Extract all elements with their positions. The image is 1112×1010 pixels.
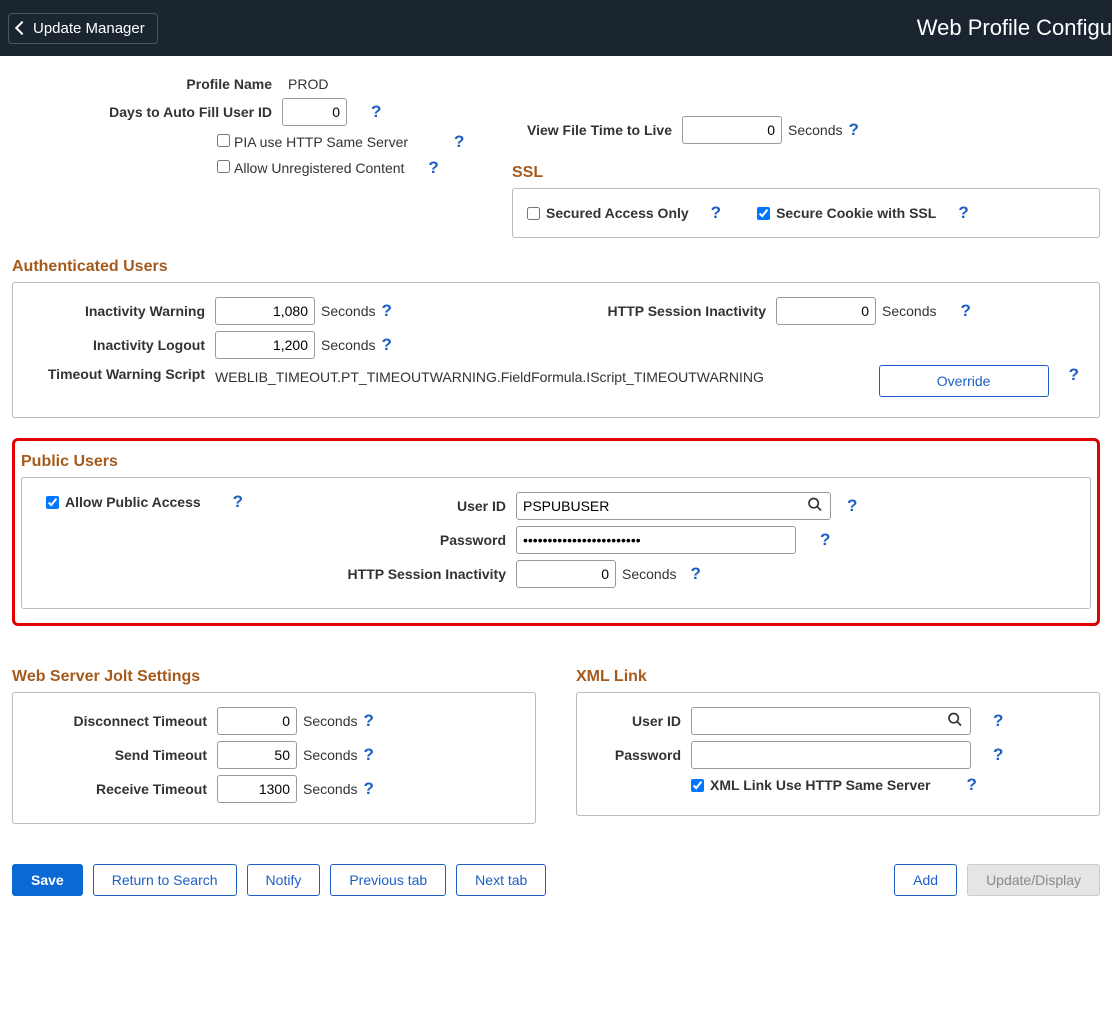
xml-title: XML Link: [576, 668, 1100, 686]
days-autofill-label: Days to Auto Fill User ID: [12, 104, 282, 120]
help-icon[interactable]: ?: [954, 301, 976, 321]
xml-http-same-label: XML Link Use HTTP Same Server: [710, 777, 930, 793]
chevron-left-icon: [15, 21, 29, 35]
seconds-unit: Seconds: [616, 566, 676, 582]
public-password-label: Password: [326, 532, 516, 548]
ssl-title: SSL: [512, 164, 1100, 182]
help-icon[interactable]: ?: [842, 120, 864, 140]
help-icon[interactable]: ?: [814, 530, 836, 550]
help-icon[interactable]: ?: [357, 745, 379, 765]
seconds-unit: Seconds: [297, 781, 357, 797]
xml-userid-label: User ID: [591, 713, 691, 729]
send-label: Send Timeout: [27, 747, 217, 763]
http-sess-input[interactable]: [776, 297, 876, 325]
ssl-box: Secured Access Only ? Secure Cookie with…: [512, 188, 1100, 238]
back-label: Update Manager: [33, 20, 145, 37]
days-autofill-input[interactable]: [282, 98, 347, 126]
help-icon[interactable]: ?: [684, 564, 706, 584]
seconds-unit: Seconds: [876, 303, 936, 319]
help-icon[interactable]: ?: [987, 711, 1009, 731]
public-userid-label: User ID: [326, 498, 516, 514]
allow-public-label: Allow Public Access: [65, 494, 201, 510]
xml-password-input[interactable]: [691, 741, 971, 769]
disconnect-input[interactable]: [217, 707, 297, 735]
auth-box: Inactivity Warning Seconds ? Inactivity …: [12, 282, 1100, 418]
help-icon[interactable]: ?: [448, 132, 470, 152]
help-icon[interactable]: ?: [375, 301, 397, 321]
search-icon[interactable]: [807, 497, 823, 516]
inact-warn-input[interactable]: [215, 297, 315, 325]
secured-access-checkbox[interactable]: [527, 207, 540, 220]
secure-cookie-label: Secure Cookie with SSL: [776, 205, 936, 221]
help-icon[interactable]: ?: [357, 779, 379, 799]
pia-http-checkbox[interactable]: [217, 134, 230, 147]
auth-title: Authenticated Users: [12, 258, 1100, 276]
disconnect-label: Disconnect Timeout: [27, 713, 217, 729]
profile-name-value: PROD: [282, 76, 328, 92]
search-icon[interactable]: [947, 712, 963, 731]
help-icon[interactable]: ?: [960, 775, 982, 795]
public-users-highlight: Public Users Allow Public Access ? User …: [12, 438, 1100, 626]
notify-button[interactable]: Notify: [247, 864, 321, 896]
inact-logout-input[interactable]: [215, 331, 315, 359]
public-http-sess-input[interactable]: [516, 560, 616, 588]
back-button[interactable]: Update Manager: [8, 13, 158, 44]
jolt-title: Web Server Jolt Settings: [12, 668, 536, 686]
xml-password-label: Password: [591, 747, 691, 763]
receive-label: Receive Timeout: [27, 781, 217, 797]
seconds-unit: Seconds: [297, 747, 357, 763]
update-display-button[interactable]: Update/Display: [967, 864, 1100, 896]
pia-http-label: PIA use HTTP Same Server: [230, 134, 408, 150]
send-input[interactable]: [217, 741, 297, 769]
profile-name-label: Profile Name: [12, 76, 282, 92]
http-sess-label: HTTP Session Inactivity: [576, 303, 776, 319]
next-tab-button[interactable]: Next tab: [456, 864, 546, 896]
seconds-unit: Seconds: [297, 713, 357, 729]
help-icon[interactable]: ?: [1063, 365, 1085, 385]
help-icon[interactable]: ?: [375, 335, 397, 355]
save-button[interactable]: Save: [12, 864, 83, 896]
public-title: Public Users: [21, 453, 1091, 471]
page-title: Web Profile Configu: [917, 15, 1112, 41]
seconds-unit: Seconds: [315, 303, 375, 319]
view-file-ttl-input[interactable]: [682, 116, 782, 144]
xml-http-same-checkbox[interactable]: [691, 779, 704, 792]
inact-warn-label: Inactivity Warning: [27, 303, 215, 319]
help-icon[interactable]: ?: [227, 492, 249, 512]
public-http-sess-label: HTTP Session Inactivity: [326, 566, 516, 582]
help-icon[interactable]: ?: [357, 711, 379, 731]
override-button[interactable]: Override: [879, 365, 1049, 397]
footer-bar: Save Return to Search Notify Previous ta…: [12, 864, 1100, 906]
receive-input[interactable]: [217, 775, 297, 803]
help-icon[interactable]: ?: [705, 203, 727, 223]
public-password-input[interactable]: [516, 526, 796, 554]
allow-public-checkbox[interactable]: [46, 496, 59, 509]
timeout-script-label: Timeout Warning Script: [27, 365, 215, 383]
add-button[interactable]: Add: [894, 864, 957, 896]
help-icon[interactable]: ?: [422, 158, 444, 178]
inact-logout-label: Inactivity Logout: [27, 337, 215, 353]
xml-box: User ID ? Password ?: [576, 692, 1100, 816]
help-icon[interactable]: ?: [952, 203, 974, 223]
jolt-box: Disconnect Timeout Seconds ? Send Timeou…: [12, 692, 536, 824]
seconds-unit: Seconds: [315, 337, 375, 353]
help-icon[interactable]: ?: [987, 745, 1009, 765]
public-box: Allow Public Access ? User ID ?: [21, 477, 1091, 609]
timeout-script-value: WEBLIB_TIMEOUT.PT_TIMEOUTWARNING.FieldFo…: [215, 365, 879, 385]
help-icon[interactable]: ?: [841, 496, 863, 516]
header-bar: Update Manager Web Profile Configu: [0, 0, 1112, 56]
xml-userid-input[interactable]: [691, 707, 971, 735]
secure-cookie-checkbox[interactable]: [757, 207, 770, 220]
help-icon[interactable]: ?: [365, 102, 387, 122]
allow-unreg-checkbox[interactable]: [217, 160, 230, 173]
view-file-ttl-label: View File Time to Live: [512, 122, 682, 138]
return-search-button[interactable]: Return to Search: [93, 864, 237, 896]
public-userid-input[interactable]: [516, 492, 831, 520]
allow-unreg-label: Allow Unregistered Content: [230, 160, 404, 176]
seconds-unit: Seconds: [782, 122, 842, 138]
secured-access-label: Secured Access Only: [546, 205, 689, 221]
previous-tab-button[interactable]: Previous tab: [330, 864, 446, 896]
